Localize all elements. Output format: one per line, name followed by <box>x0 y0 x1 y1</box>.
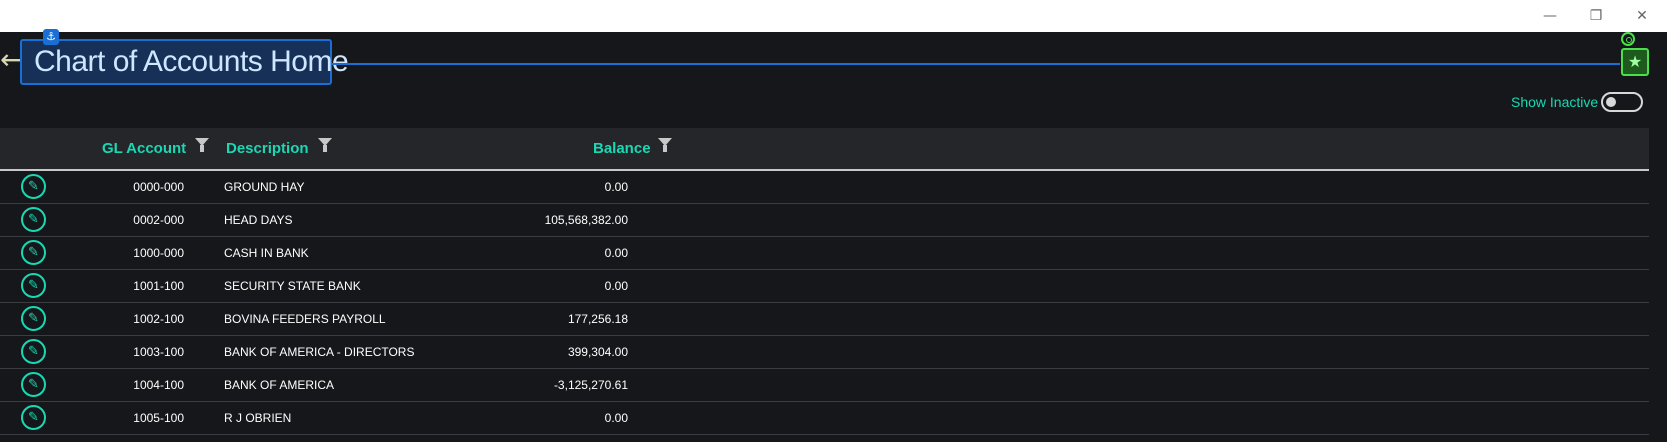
description-cell: GROUND HAY <box>224 180 305 194</box>
favorite-star-icon[interactable]: ★ <box>1621 48 1649 76</box>
balance-cell: 0.00 <box>604 279 628 293</box>
minimize-button[interactable]: — <box>1527 0 1573 32</box>
show-inactive-toggle[interactable] <box>1601 92 1643 112</box>
grid-rows: ✎ 0000-000 GROUND HAY 0.00 ✎ 0002-000 HE… <box>0 171 1649 435</box>
filter-icon[interactable] <box>195 138 209 152</box>
restore-button[interactable]: ❐ <box>1573 0 1619 32</box>
balance-cell: 399,304.00 <box>567 345 628 359</box>
description-cell: BANK OF AMERICA <box>224 378 335 392</box>
app-content: ⟵ ⚓ Chart of Accounts Home ★ Show Inacti… <box>0 29 1667 442</box>
target-icon[interactable] <box>1621 32 1635 46</box>
table-row[interactable]: ✎ 1001-100 SECURITY STATE BANK 0.00 <box>0 270 1649 303</box>
column-header-description[interactable]: Description <box>226 140 309 157</box>
anchor-icon: ⚓ <box>43 29 59 45</box>
column-header-balance[interactable]: Balance <box>593 140 651 157</box>
window-titlebar: — ❐ ✕ <box>0 0 1667 32</box>
balance-cell: 0.00 <box>604 180 628 194</box>
table-row[interactable]: ✎ 0002-000 HEAD DAYS 105,568,382.00 <box>0 204 1649 237</box>
table-row[interactable]: ✎ 1002-100 BOVINA FEEDERS PAYROLL 177,25… <box>0 303 1649 336</box>
balance-cell: 0.00 <box>604 411 628 425</box>
edit-pencil-icon[interactable]: ✎ <box>21 339 46 364</box>
edit-pencil-icon[interactable]: ✎ <box>21 174 46 199</box>
description-cell: HEAD DAYS <box>224 213 293 227</box>
description-cell: BOVINA FEEDERS PAYROLL <box>224 312 386 326</box>
edit-pencil-icon[interactable]: ✎ <box>21 273 46 298</box>
balance-cell: 0.00 <box>604 246 628 260</box>
table-row[interactable]: ✎ 1003-100 BANK OF AMERICA - DIRECTORS 3… <box>0 336 1649 369</box>
page-title-box: ⚓ Chart of Accounts Home <box>20 29 349 85</box>
edit-pencil-icon[interactable]: ✎ <box>21 405 46 430</box>
page-title: Chart of Accounts Home <box>34 45 349 78</box>
table-row[interactable]: ✎ 1005-100 R J OBRIEN 0.00 <box>0 402 1649 435</box>
balance-cell: 177,256.18 <box>567 312 628 326</box>
filter-icon[interactable] <box>318 138 332 152</box>
toggle-knob <box>1606 97 1616 107</box>
table-row[interactable]: ✎ 0000-000 GROUND HAY 0.00 <box>0 171 1649 204</box>
filter-icon[interactable] <box>658 138 672 152</box>
balance-cell: 105,568,382.00 <box>544 213 628 227</box>
edit-pencil-icon[interactable]: ✎ <box>21 372 46 397</box>
table-row[interactable]: ✎ 1004-100 BANK OF AMERICA -3,125,270.61 <box>0 369 1649 402</box>
edit-pencil-icon[interactable]: ✎ <box>21 207 46 232</box>
column-header-gl-account[interactable]: GL Account <box>102 140 186 157</box>
edit-pencil-icon[interactable]: ✎ <box>21 306 46 331</box>
description-cell: CASH IN BANK <box>224 246 309 260</box>
description-cell: R J OBRIEN <box>224 411 292 425</box>
balance-cell: -3,125,270.61 <box>553 378 628 392</box>
table-row[interactable]: ✎ 1000-000 CASH IN BANK 0.00 <box>0 237 1649 270</box>
show-inactive-label: Show Inactive <box>1511 94 1599 110</box>
grid-header: GL Account Description Balance <box>0 128 1649 171</box>
description-cell: SECURITY STATE BANK <box>224 279 361 293</box>
close-button[interactable]: ✕ <box>1619 0 1665 32</box>
edit-pencil-icon[interactable]: ✎ <box>21 240 46 265</box>
title-underline <box>332 63 1620 65</box>
description-cell: BANK OF AMERICA - DIRECTORS <box>224 345 415 359</box>
